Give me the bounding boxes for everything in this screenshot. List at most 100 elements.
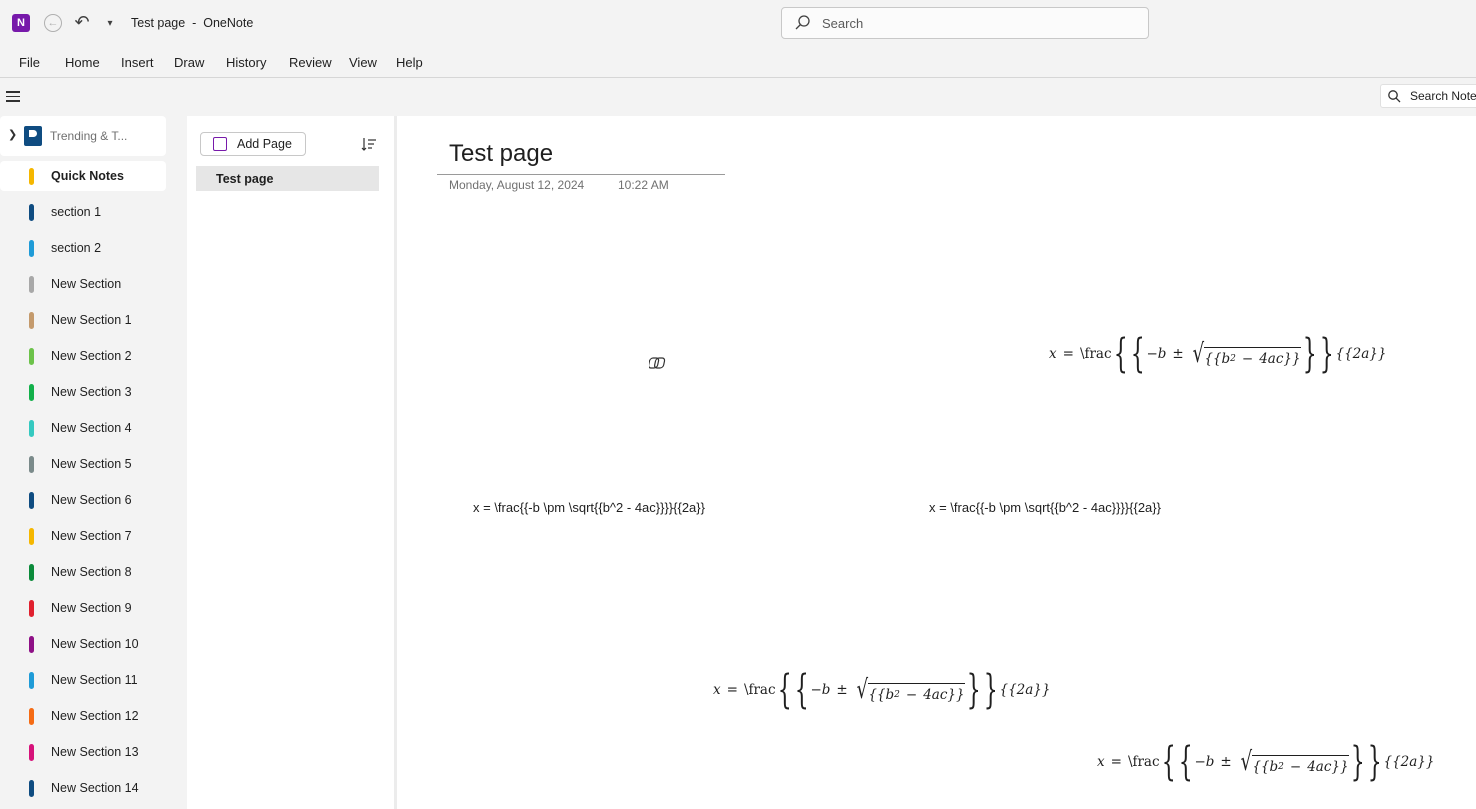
eq-exponent: 2 — [1278, 762, 1284, 772]
section-color-tab — [29, 672, 34, 689]
eq-denominator: {{2a}} — [999, 682, 1051, 698]
search-notebooks-label: Search Notebooks — [1410, 89, 1476, 103]
section-color-tab — [29, 708, 34, 725]
math-equation-1[interactable]: x = \frac {{ −b ± √ {{b 2 − 4ac}} }} {{2a… — [1049, 330, 1386, 378]
eq-denominator: {{2a}} — [1335, 346, 1387, 362]
section-color-tab — [29, 780, 34, 797]
section-color-tab — [29, 384, 34, 401]
left-brace: { — [1130, 331, 1145, 377]
menu-bar: File Home Insert Draw History Review Vie… — [0, 46, 1476, 78]
onenote-app-icon: N — [12, 14, 30, 32]
section-color-tab — [29, 168, 34, 185]
section-label: section 1 — [51, 205, 102, 219]
section-label: New Section — [51, 277, 122, 291]
search-icon — [1387, 89, 1401, 103]
section-color-tab — [29, 420, 34, 437]
eq-neg-b: −b — [1194, 754, 1215, 770]
chevron-down-icon[interactable]: ❯ — [8, 128, 17, 141]
menu-history[interactable]: History — [226, 55, 266, 70]
page-title[interactable]: Test page — [449, 140, 553, 168]
eq-neg-b: −b — [1146, 346, 1167, 362]
left-brace: { — [1161, 739, 1176, 785]
add-page-button[interactable]: Add Page — [200, 132, 306, 156]
section-item[interactable]: New Section 1 — [0, 305, 166, 335]
plain-equation-1[interactable]: x = \frac{{-b \pm \sqrt{{b^2 - 4ac}}}}{{… — [473, 500, 705, 515]
menu-view[interactable]: View — [349, 55, 377, 70]
menu-file[interactable]: File — [19, 55, 40, 70]
hamburger-menu-icon[interactable] — [6, 91, 20, 103]
eq-equals: = — [726, 682, 738, 698]
page-item-test-page[interactable]: Test page — [196, 166, 379, 191]
section-label: New Section 11 — [51, 673, 138, 687]
plain-equation-2[interactable]: x = \frac{{-b \pm \sqrt{{b^2 - 4ac}}}}{{… — [929, 500, 1161, 515]
eq-radicand-rest: 4ac}} — [1259, 351, 1301, 367]
section-item[interactable]: New Section 10 — [0, 629, 166, 659]
section-color-tab — [29, 204, 34, 221]
search-notebooks-input[interactable]: Search Notebooks — [1380, 84, 1476, 108]
section-item[interactable]: New Section 5 — [0, 449, 166, 479]
eq-radicand-rest: 4ac}} — [1307, 759, 1349, 775]
math-equation-3[interactable]: x = \frac {{ −b ± √ {{b 2 − 4ac}} }} {{2a… — [1097, 738, 1434, 786]
section-label: New Section 8 — [51, 565, 132, 579]
section-label: New Section 14 — [51, 781, 139, 795]
add-page-label: Add Page — [237, 137, 292, 151]
section-item[interactable]: New Section 9 — [0, 593, 166, 623]
section-item[interactable]: New Section 8 — [0, 557, 166, 587]
copilot-icon[interactable] — [647, 354, 667, 372]
section-label: section 2 — [51, 241, 102, 255]
section-item[interactable]: New Section 12 — [0, 701, 166, 731]
section-label: New Section 12 — [51, 709, 139, 723]
back-icon[interactable]: ← — [44, 14, 62, 32]
page-time: 10:22 AM — [618, 178, 669, 192]
eq-frac-command: \frac — [1127, 754, 1160, 770]
section-item[interactable]: section 1 — [0, 197, 166, 227]
undo-icon[interactable]: ↶ — [72, 12, 92, 32]
menu-help[interactable]: Help — [396, 55, 423, 70]
add-page-icon — [213, 137, 227, 151]
eq-denominator: {{2a}} — [1383, 754, 1435, 770]
notebook-selector[interactable]: ❯ Trending & T... — [0, 116, 166, 156]
section-label: New Section 13 — [51, 745, 139, 759]
title-underline — [437, 174, 725, 175]
eq-neg-b: −b — [810, 682, 831, 698]
math-equation-2[interactable]: x = \frac {{ −b ± √ {{b 2 − 4ac}} }} {{2a… — [713, 666, 1050, 714]
section-item[interactable]: New Section 3 — [0, 377, 166, 407]
section-color-tab — [29, 636, 34, 653]
section-item[interactable]: section 2 — [0, 233, 166, 263]
section-color-tab — [29, 312, 34, 329]
section-item[interactable]: New Section 13 — [0, 737, 166, 767]
section-item[interactable]: New Section 11 — [0, 665, 166, 695]
section-item[interactable]: New Section 4 — [0, 413, 166, 443]
menu-insert[interactable]: Insert — [121, 55, 154, 70]
section-color-tab — [29, 600, 34, 617]
section-color-tab — [29, 528, 34, 545]
section-color-tab — [29, 348, 34, 365]
section-item[interactable]: New Section 2 — [0, 341, 166, 371]
page-date: Monday, August 12, 2024 — [449, 178, 585, 192]
menu-review[interactable]: Review — [289, 55, 332, 70]
eq-radicand-open: {{b — [1252, 759, 1279, 775]
eq-plus-minus: ± — [836, 682, 848, 698]
square-root: √ {{b 2 − 4ac}} — [1192, 339, 1301, 369]
eq-exponent: 2 — [1230, 354, 1236, 364]
right-brace: } — [1302, 331, 1317, 377]
section-label: Quick Notes — [51, 169, 124, 183]
eq-equals: = — [1110, 754, 1122, 770]
customize-toolbar-chevron-icon[interactable]: ▾ — [103, 14, 117, 32]
eq-radicand-rest: 4ac}} — [923, 687, 965, 703]
eq-minus: − — [1241, 351, 1254, 367]
search-input[interactable]: Search — [781, 7, 1149, 39]
section-item[interactable]: New Section 6 — [0, 485, 166, 515]
section-item[interactable]: New Section 7 — [0, 521, 166, 551]
section-label: New Section 9 — [51, 601, 132, 615]
right-brace: } — [1319, 331, 1334, 377]
sort-pages-icon[interactable] — [361, 136, 377, 152]
section-item[interactable]: New Section — [0, 269, 166, 299]
section-item[interactable]: New Section 14 — [0, 773, 166, 803]
menu-home[interactable]: Home — [65, 55, 100, 70]
section-label: New Section 4 — [51, 421, 132, 435]
left-brace: { — [1178, 739, 1193, 785]
menu-draw[interactable]: Draw — [174, 55, 204, 70]
square-root: √ {{b 2 − 4ac}} — [856, 675, 965, 705]
section-item[interactable]: Quick Notes — [0, 161, 166, 191]
